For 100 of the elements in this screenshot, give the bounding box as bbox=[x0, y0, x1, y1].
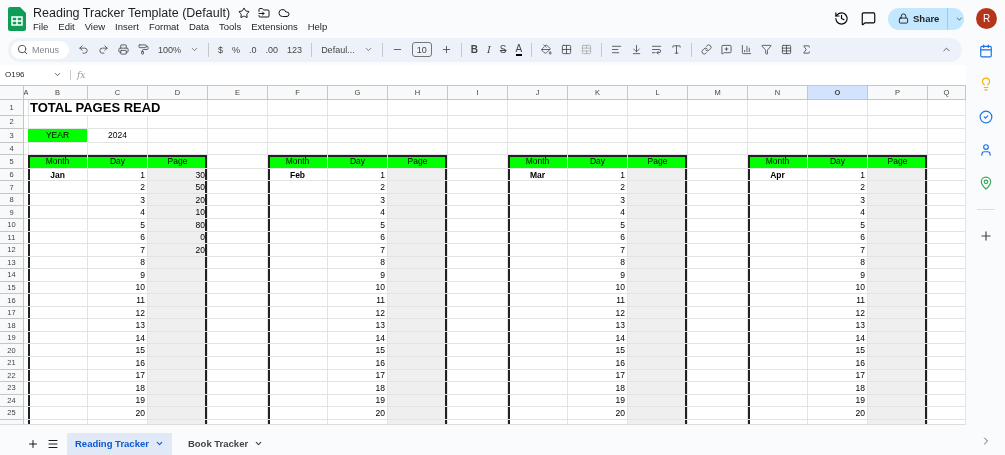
tasks-icon[interactable] bbox=[978, 110, 993, 124]
empty-cell bbox=[268, 231, 328, 245]
menu-item[interactable]: View bbox=[84, 20, 106, 32]
search-field[interactable]: Menus bbox=[11, 40, 69, 59]
table-icon[interactable] bbox=[781, 44, 793, 56]
empty-cell bbox=[208, 142, 268, 155]
sigma-icon[interactable] bbox=[801, 44, 813, 56]
menu-item[interactable]: Data bbox=[188, 20, 210, 32]
borders-icon[interactable] bbox=[561, 44, 573, 56]
wrap-icon[interactable] bbox=[651, 44, 663, 56]
empty-cell bbox=[508, 115, 568, 129]
text-color-button[interactable]: A bbox=[515, 43, 523, 56]
page-cell bbox=[148, 269, 208, 282]
empty-cell bbox=[208, 115, 268, 129]
empty-cell bbox=[928, 142, 966, 155]
number-format-button[interactable]: 123 bbox=[287, 44, 303, 55]
empty-cell bbox=[328, 128, 388, 143]
text-rotation-icon[interactable] bbox=[671, 44, 683, 56]
decrease-decimal-button[interactable]: .0 bbox=[249, 44, 257, 55]
add-comment-icon[interactable] bbox=[721, 44, 733, 56]
comment-icon[interactable] bbox=[861, 11, 876, 26]
add-icon[interactable] bbox=[978, 229, 993, 243]
menu-item[interactable]: Help bbox=[307, 20, 328, 32]
empty-cell bbox=[748, 382, 808, 395]
empty-cell bbox=[28, 319, 88, 332]
empty-cell bbox=[568, 142, 628, 155]
page-cell bbox=[868, 269, 928, 282]
font-select[interactable]: Defaul... bbox=[321, 44, 355, 55]
menu-item[interactable]: Format bbox=[148, 20, 179, 32]
menu-item[interactable]: Edit bbox=[58, 20, 75, 32]
empty-cell bbox=[28, 218, 88, 232]
contacts-icon[interactable] bbox=[978, 143, 993, 157]
month-cell: Mar bbox=[508, 168, 568, 182]
sheet-tab[interactable]: Reading Tracker bbox=[67, 433, 172, 455]
empty-cell bbox=[748, 281, 808, 295]
document-title[interactable]: Reading Tracker Template (Default) bbox=[33, 5, 231, 20]
menu-item[interactable]: Tools bbox=[219, 20, 242, 32]
empty-cell bbox=[568, 115, 628, 129]
italic-button[interactable]: I bbox=[486, 44, 491, 56]
empty-cell bbox=[268, 344, 328, 357]
filter-icon[interactable] bbox=[761, 44, 773, 56]
bold-button[interactable]: B bbox=[470, 44, 478, 56]
page-cell: 20 bbox=[148, 244, 208, 257]
empty-cell bbox=[508, 407, 568, 420]
page-cell bbox=[868, 407, 928, 420]
percent-button[interactable]: % bbox=[232, 44, 241, 55]
sheet-tab[interactable]: Book Tracker bbox=[179, 433, 272, 455]
empty-cell bbox=[748, 319, 808, 332]
folder-icon[interactable] bbox=[258, 6, 271, 19]
increase-decimal-button[interactable]: .00 bbox=[265, 44, 279, 55]
history-icon[interactable] bbox=[834, 11, 849, 26]
chart-icon[interactable] bbox=[741, 44, 753, 56]
paint-format-icon[interactable] bbox=[138, 44, 149, 56]
vertical-align-icon[interactable] bbox=[631, 44, 643, 56]
redo-icon[interactable] bbox=[98, 44, 109, 56]
empty-cell bbox=[748, 269, 808, 282]
sheets-logo[interactable] bbox=[8, 6, 26, 31]
page-cell bbox=[628, 294, 688, 307]
empty-cell bbox=[148, 128, 208, 143]
fill-color-icon[interactable] bbox=[541, 44, 553, 56]
empty-cell bbox=[28, 382, 88, 395]
print-icon[interactable] bbox=[118, 44, 129, 56]
menu-icon[interactable] bbox=[47, 438, 59, 450]
font-size-field[interactable]: 10 bbox=[411, 42, 432, 58]
strikethrough-button[interactable]: S bbox=[499, 44, 507, 56]
empty-cell bbox=[28, 115, 88, 129]
month-cell: Apr bbox=[748, 168, 808, 182]
search-icon bbox=[17, 44, 28, 56]
plus-icon[interactable] bbox=[440, 44, 452, 56]
zoom-select[interactable]: 100% bbox=[158, 44, 182, 55]
name-box[interactable]: O196 bbox=[5, 70, 45, 80]
empty-cell bbox=[688, 142, 748, 155]
empty-cell bbox=[388, 115, 448, 129]
page-cell bbox=[388, 294, 448, 307]
empty-cell bbox=[748, 344, 808, 357]
calendar-icon[interactable] bbox=[978, 44, 993, 58]
star-icon[interactable] bbox=[238, 6, 251, 19]
empty-cell bbox=[28, 256, 88, 270]
menu-item[interactable]: File bbox=[33, 20, 49, 32]
empty-cell bbox=[268, 128, 328, 143]
page-cell bbox=[868, 244, 928, 257]
add-sheet-icon[interactable] bbox=[27, 438, 39, 450]
menu-item[interactable]: Insert bbox=[115, 20, 139, 32]
empty-cell bbox=[508, 394, 568, 408]
map-pin-icon[interactable] bbox=[978, 176, 993, 190]
currency-button[interactable]: $ bbox=[218, 44, 224, 55]
menu-item[interactable]: Extensions bbox=[251, 20, 298, 32]
link-icon[interactable] bbox=[701, 44, 713, 56]
empty-cell bbox=[268, 407, 328, 420]
empty-cell bbox=[748, 99, 808, 116]
fx-label: fx bbox=[70, 69, 86, 80]
empty-cell bbox=[448, 99, 508, 116]
align-icon[interactable] bbox=[611, 44, 623, 56]
cloud-icon[interactable] bbox=[278, 6, 291, 19]
page-cell bbox=[148, 319, 208, 332]
page-cell bbox=[388, 244, 448, 257]
undo-icon[interactable] bbox=[78, 44, 89, 56]
account-avatar[interactable]: R bbox=[976, 8, 997, 29]
empty-cell bbox=[268, 294, 328, 307]
empty-cell bbox=[268, 369, 328, 383]
